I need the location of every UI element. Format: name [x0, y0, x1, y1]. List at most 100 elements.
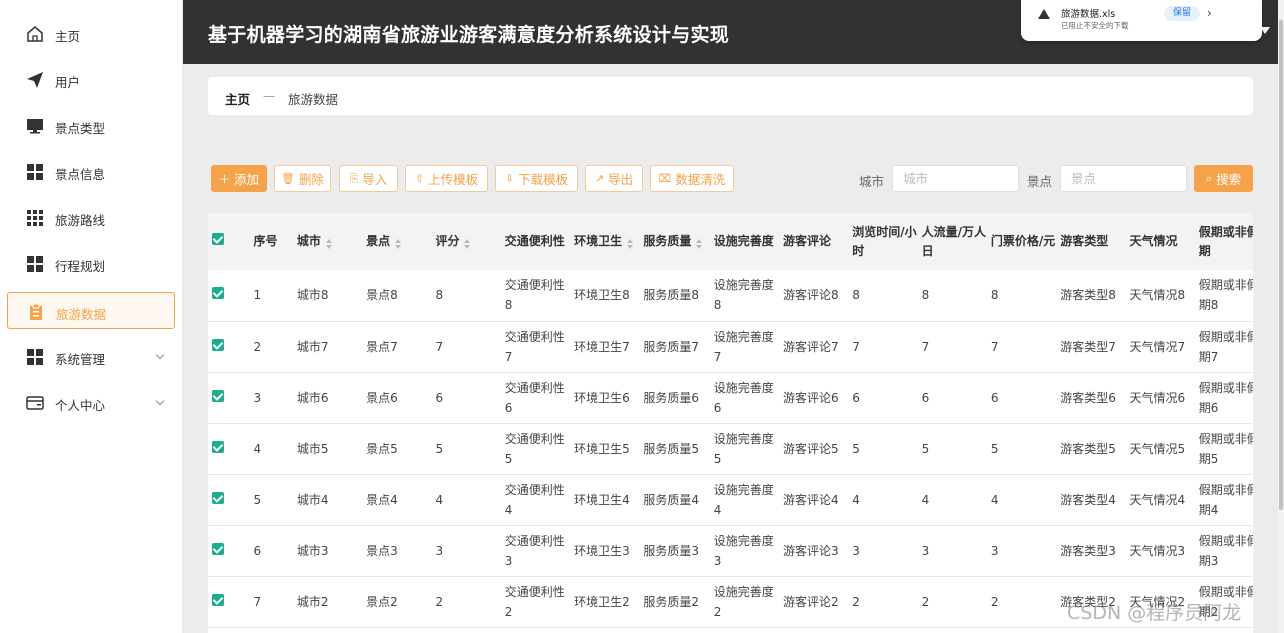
table-cell: 城市8 — [294, 270, 365, 322]
plus-icon: ＋ — [218, 172, 230, 186]
table-cell: 交通便利性8 — [502, 270, 573, 322]
sortable-header[interactable]: 景点 — [364, 213, 434, 270]
import-button[interactable]: ⎘ 导入 — [339, 165, 398, 192]
sortable-header[interactable]: 环境卫生 — [572, 213, 642, 270]
sort-icon[interactable] — [395, 238, 402, 249]
sort-icon[interactable] — [696, 238, 703, 249]
download-note: 已阻止不安全的下载 — [1061, 21, 1129, 30]
table-cell: 假期或非假期7 — [1196, 321, 1253, 373]
table-row[interactable]: 6 城市3 景点3 3 交通便利性3 环境卫生3 服务质量3 设施完善度3 游客评论3 3 3 3 游客… — [208, 525, 1253, 577]
city-input[interactable] — [892, 165, 1019, 192]
col-header: 景点 — [366, 234, 391, 248]
home-icon — [27, 26, 43, 42]
sidebar-item-label: 系统管理 — [55, 352, 106, 367]
export-label: 导出 — [608, 172, 634, 187]
table-cell: 7 — [850, 321, 920, 373]
sidebar-item-label: 旅游数据 — [56, 307, 107, 322]
row-checkbox[interactable] — [212, 338, 224, 351]
chevron-down-icon — [155, 396, 165, 406]
sidebar-item-spot-info[interactable]: 景点信息 — [7, 153, 175, 190]
table-row[interactable]: 5 城市4 景点4 4 交通便利性4 环境卫生4 服务质量4 设施完善度4 游客评论4 4 4 4 游客… — [208, 474, 1253, 526]
col-header: 游客类型 — [1060, 234, 1109, 248]
search-button[interactable]: ⌕ 搜索 — [1194, 165, 1253, 192]
apps-icon — [27, 210, 43, 226]
sidebar-item-spot-types[interactable]: 景点类型 — [7, 107, 175, 144]
table-row[interactable]: 1 城市8 景点8 8 交通便利性8 环境卫生8 服务质量8 设施完善度8 游客评论8 8 8 8 游客… — [208, 270, 1253, 322]
table-cell: 假期或非假期4 — [1196, 474, 1253, 526]
table-cell: 天气情况7 — [1127, 321, 1197, 373]
table-cell: 交通便利性4 — [502, 474, 573, 526]
sidebar-item-itinerary[interactable]: 行程规划 — [7, 245, 175, 282]
table-cell: 景点4 — [364, 474, 434, 526]
col-header: 浏览时间/小时 — [852, 224, 917, 258]
row-checkbox[interactable] — [212, 542, 224, 555]
sidebar-item-profile[interactable]: 个人中心 — [7, 384, 175, 421]
table-row[interactable]: 2 城市7 景点7 7 交通便利性7 环境卫生7 服务质量7 设施完善度7 游客评论7 7 7 7 游客… — [208, 321, 1253, 373]
row-checkbox[interactable] — [212, 389, 224, 402]
row-checkbox[interactable] — [212, 593, 224, 606]
table-cell: 6 — [919, 372, 989, 424]
data-clean-button[interactable]: ⌧ 数据清洗 — [650, 165, 734, 192]
sidebar-item-travel-data[interactable]: 旅游数据 — [7, 292, 175, 329]
table-cell: 交通便利性5 — [502, 423, 573, 475]
table-cell: 5 — [919, 423, 989, 475]
table-cell: 8 — [919, 270, 989, 322]
sidebar-item-system[interactable]: 系统管理 — [7, 338, 175, 375]
table-cell: 3 — [850, 525, 920, 577]
row-checkbox-cell — [208, 525, 252, 577]
table-cell: 城市3 — [294, 525, 365, 577]
sort-icon[interactable] — [627, 238, 634, 249]
download-template-button[interactable]: ⇩ 下载模板 — [495, 165, 578, 192]
sidebar-item-routes[interactable]: 旅游路线 — [7, 199, 175, 236]
data-table: 序号 城市 景点 评分 交通便利性 环境卫生 服务质量 设施完善度 游客评论 浏… — [208, 213, 1253, 633]
download-template-label: 下载模板 — [518, 172, 569, 187]
sidebar-item-users[interactable]: 用户 — [7, 61, 175, 98]
row-checkbox[interactable] — [212, 491, 224, 504]
table-cell: 设施完善度5 — [711, 423, 781, 475]
table-cell: 服务质量2 — [641, 576, 712, 628]
keep-button[interactable]: 保留 — [1164, 6, 1200, 21]
export-button[interactable]: ↗ 导出 — [585, 165, 643, 192]
table-cell: 5 — [988, 423, 1059, 475]
sortable-header[interactable]: 城市 — [294, 213, 365, 270]
row-checkbox[interactable] — [212, 440, 224, 453]
table-row[interactable]: 3 城市6 景点6 6 交通便利性6 环境卫生6 服务质量6 设施完善度6 游客评论6 6 6 6 游客… — [208, 372, 1253, 424]
sort-icon[interactable] — [464, 238, 471, 249]
sortable-header[interactable]: 服务质量 — [641, 213, 712, 270]
table-cell: 交通便利性7 — [502, 321, 573, 373]
table-cell: 2 — [919, 576, 989, 628]
sidebar-item-label: 行程规划 — [55, 259, 106, 274]
table-cell: 游客评论4 — [781, 474, 851, 526]
table-cell: 城市6 — [294, 372, 365, 424]
sidebar-item-label: 景点信息 — [55, 167, 106, 182]
breadcrumb-home[interactable]: 主页 — [225, 89, 250, 108]
col-header: 环境卫生 — [574, 234, 623, 248]
scrollbar-thumb[interactable] — [1279, 20, 1283, 510]
table-row[interactable]: 4 城市5 景点5 5 交通便利性5 环境卫生5 服务质量5 设施完善度5 游客评论5 5 5 5 游客… — [208, 423, 1253, 475]
col-header: 评分 — [435, 234, 460, 248]
table-cell: 景点5 — [364, 423, 434, 475]
spot-input[interactable] — [1060, 165, 1187, 192]
table-cell: 景点7 — [364, 321, 434, 373]
table-cell: 7 — [988, 321, 1059, 373]
upload-template-label: 上传模板 — [428, 172, 479, 187]
add-button[interactable]: ＋添加 — [211, 165, 267, 192]
col-header: 城市 — [296, 234, 321, 248]
table-cell: 4 — [988, 474, 1059, 526]
select-all-checkbox[interactable] — [212, 233, 224, 245]
table-cell: 服务质量4 — [641, 474, 712, 526]
row-checkbox-cell — [208, 372, 252, 424]
chevron-right-icon[interactable]: › — [1207, 6, 1212, 20]
table-cell: 天气情况3 — [1127, 525, 1197, 577]
row-checkbox[interactable] — [212, 287, 224, 300]
grid-icon — [27, 164, 43, 180]
delete-button[interactable]: 🗑 删除 — [274, 165, 331, 192]
sortable-header[interactable]: 评分 — [433, 213, 503, 270]
table-cell: 5 — [850, 423, 920, 475]
upload-template-button[interactable]: ⇧ 上传模板 — [405, 165, 488, 192]
table-cell: 城市7 — [294, 321, 365, 373]
download-popup: 旅游数据.xls 已阻止不安全的下载 保留 › — [1021, 0, 1262, 41]
sidebar-item-home[interactable]: 主页 — [7, 15, 175, 52]
sort-icon[interactable] — [325, 238, 332, 249]
table-cell: 6 — [850, 372, 920, 424]
